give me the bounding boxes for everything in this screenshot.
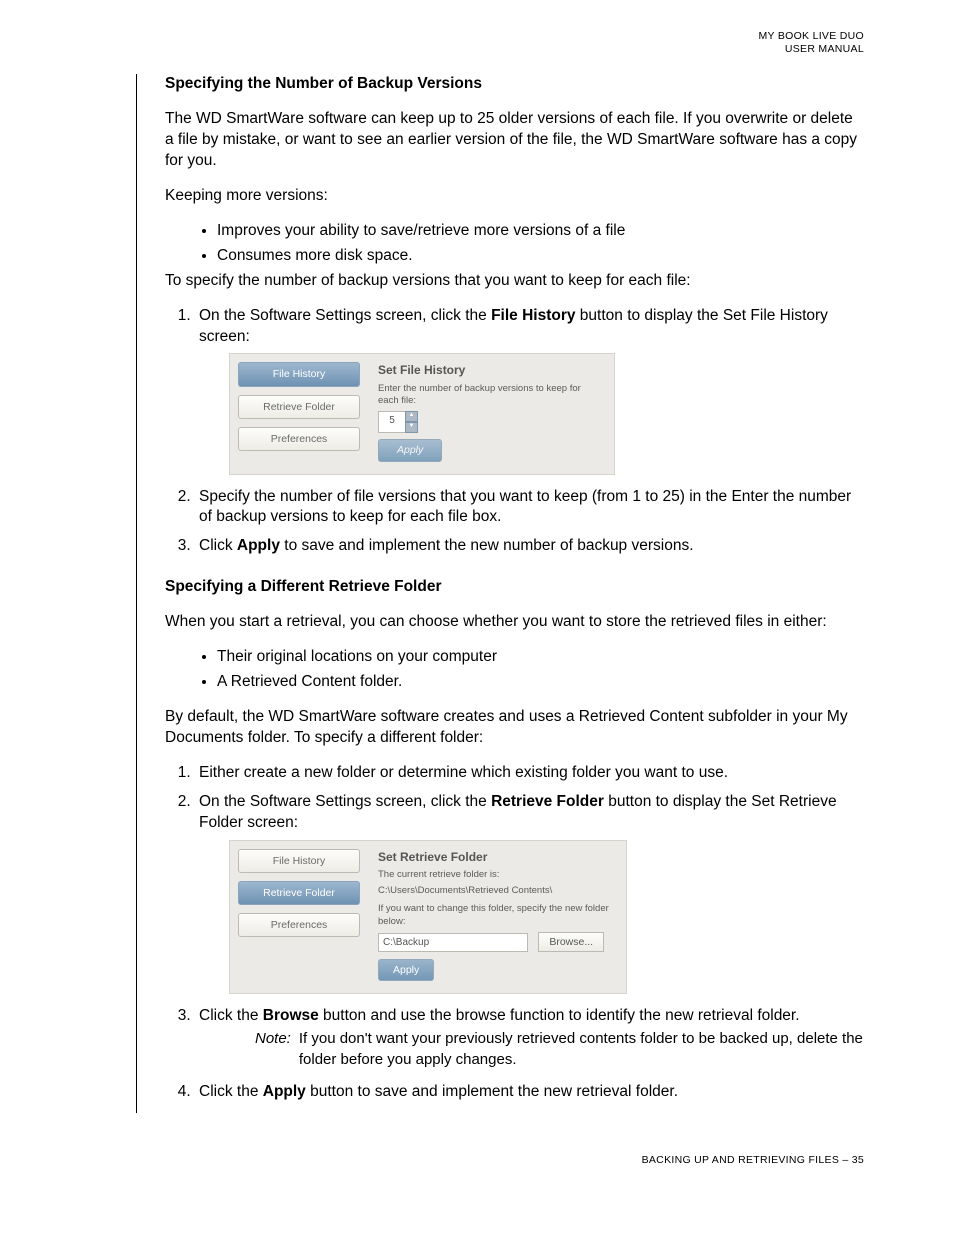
mock1-instruction: Enter the number of backup versions to k… [378, 383, 604, 408]
section1-step2: Specify the number of file versions that… [195, 487, 864, 529]
retrieve-folder-tab[interactable]: Retrieve Folder [238, 395, 360, 419]
spinner-down-icon[interactable]: ▼ [405, 422, 418, 433]
section2-step4: Click the Apply button to save and imple… [195, 1082, 864, 1103]
versions-input[interactable]: 5 [378, 411, 406, 433]
section2-heading: Specifying a Different Retrieve Folder [165, 577, 864, 598]
section1-step1: On the Software Settings screen, click t… [195, 306, 864, 475]
folder-path-input[interactable]: C:\Backup [378, 933, 528, 953]
section2-step2: On the Software Settings screen, click t… [195, 792, 864, 995]
section1-heading: Specifying the Number of Backup Versions [165, 74, 864, 95]
set-file-history-screenshot: File History Retrieve Folder Preferences… [229, 353, 615, 474]
browse-button[interactable]: Browse... [538, 932, 604, 952]
page-header: MY BOOK LIVE DUO USER MANUAL [90, 30, 864, 56]
section1-p2: Keeping more versions: [165, 186, 864, 207]
set-retrieve-folder-screenshot: File History Retrieve Folder Preferences… [229, 840, 627, 995]
note-label: Note: [255, 1029, 291, 1070]
apply-button[interactable]: Apply [378, 439, 442, 461]
left-margin-rule [136, 74, 137, 1113]
mock2-title: Set Retrieve Folder [378, 849, 616, 865]
header-line2: USER MANUAL [785, 43, 864, 55]
retrieve-folder-tab[interactable]: Retrieve Folder [238, 881, 360, 905]
section1-p1: The WD SmartWare software can keep up to… [165, 109, 864, 172]
versions-spinner[interactable]: 5 ▲ ▼ [378, 411, 418, 433]
file-history-tab[interactable]: File History [238, 362, 360, 386]
section2-step1: Either create a new folder or determine … [195, 763, 864, 784]
preferences-tab[interactable]: Preferences [238, 427, 360, 451]
preferences-tab[interactable]: Preferences [238, 913, 360, 937]
section1-bullet2: Consumes more disk space. [217, 246, 864, 267]
section2-bullet2: A Retrieved Content folder. [217, 672, 864, 693]
main-content: Specifying the Number of Backup Versions… [165, 74, 864, 1113]
section2-p1: When you start a retrieval, you can choo… [165, 612, 864, 633]
file-history-tab[interactable]: File History [238, 849, 360, 873]
section2-bullet1: Their original locations on your compute… [217, 647, 864, 668]
spinner-up-icon[interactable]: ▲ [405, 411, 418, 422]
section1-p3: To specify the number of backup versions… [165, 271, 864, 292]
section1-step3: Click Apply to save and implement the ne… [195, 536, 864, 557]
section2-step3: Click the Browse button and use the brow… [195, 1006, 864, 1069]
section1-bullet1: Improves your ability to save/retrieve m… [217, 221, 864, 242]
apply-button[interactable]: Apply [378, 959, 434, 981]
mock2-line1: The current retrieve folder is: [378, 869, 616, 881]
mock1-title: Set File History [378, 362, 604, 378]
header-line1: MY BOOK LIVE DUO [758, 30, 864, 42]
page-footer: BACKING UP AND RETRIEVING FILES – 35 [90, 1153, 864, 1167]
note-body: If you don't want your previously retrie… [299, 1029, 864, 1070]
section2-p2: By default, the WD SmartWare software cr… [165, 707, 864, 749]
mock2-current-path: C:\Users\Documents\Retrieved Contents\ [378, 885, 616, 897]
mock2-line3: If you want to change this folder, speci… [378, 903, 616, 928]
